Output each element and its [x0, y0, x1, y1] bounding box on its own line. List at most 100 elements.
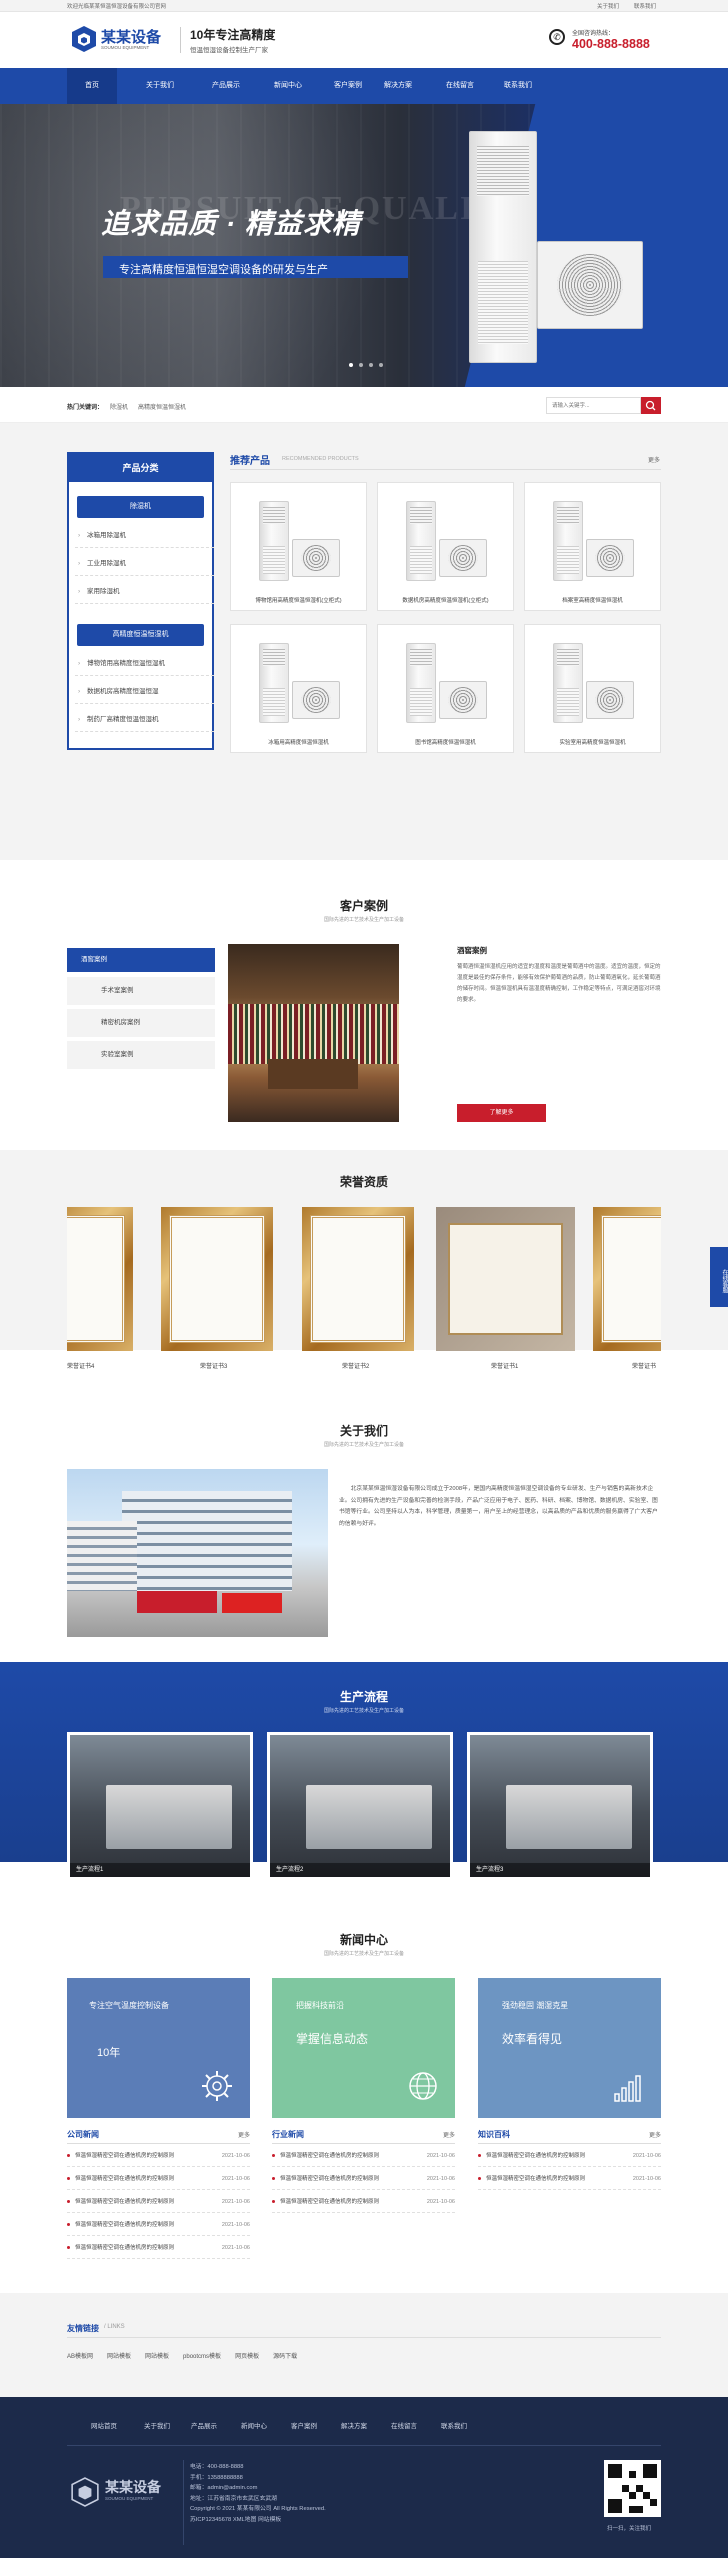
- category-item[interactable]: 博物馆用高精度恒温恒湿机: [75, 652, 214, 676]
- search-bar: 热门关键词： 除湿机 高精度恒温恒湿机: [0, 387, 728, 423]
- product-name: 数据机房高精度恒温恒湿机(立柜式): [402, 598, 489, 604]
- footer-icp[interactable]: 苏ICP12345678 XML地图 网站模板: [190, 2515, 490, 2526]
- banner-dot[interactable]: [349, 363, 353, 367]
- category-item[interactable]: 家用除湿机: [75, 580, 214, 604]
- category-item[interactable]: 工业用除湿机: [75, 552, 214, 576]
- news-card-3[interactable]: 强劲稳固 潮湿克星 效率看得见: [478, 1978, 661, 2118]
- hot-keyword[interactable]: 除湿机: [110, 402, 128, 411]
- process-card[interactable]: 生产流程1: [67, 1732, 253, 1880]
- cert-frame[interactable]: [593, 1207, 661, 1351]
- friend-link[interactable]: 源码下载: [273, 2351, 297, 2360]
- category-group-dehumidifier[interactable]: 除湿机: [77, 496, 204, 518]
- gear-icon: [202, 2071, 232, 2101]
- news-row[interactable]: 恒温恒湿精密空调在通信机房的控制原则 2021-10-06: [67, 2145, 250, 2167]
- products-more-link[interactable]: 更多: [648, 455, 660, 464]
- footer-nav-item[interactable]: 解决方案: [341, 2410, 367, 2444]
- globe-icon: [409, 2072, 437, 2100]
- footer-nav-item[interactable]: 联系我们: [441, 2410, 467, 2444]
- product-card[interactable]: 档案室高精度恒温恒湿机: [524, 482, 661, 611]
- sidebar-title-bar: 产品分类: [69, 454, 212, 482]
- cert-frame[interactable]: [302, 1207, 414, 1351]
- footer-nav-item[interactable]: 网站首页: [91, 2410, 117, 2444]
- logo[interactable]: 某某设备 SOUMOU EQUIPMENT: [71, 25, 161, 55]
- nav-products[interactable]: 产品展示: [195, 68, 257, 104]
- news-card-2[interactable]: 把握科技前沿 掌握信息动态: [272, 1978, 455, 2118]
- friend-links: 友情链接 / LINKS AB模板网 网站模板 网站模板 pbootcms模板 网页模板…: [0, 2293, 728, 2397]
- footer-nav-item[interactable]: 产品展示: [191, 2410, 217, 2444]
- friend-link[interactable]: pbootcms模板: [183, 2351, 221, 2360]
- cert-frame[interactable]: [67, 1207, 133, 1351]
- footer-nav-item[interactable]: 新闻中心: [241, 2410, 267, 2444]
- tab-operating-room[interactable]: 手术室案例: [67, 977, 215, 1005]
- nav-news[interactable]: 新闻中心: [257, 68, 319, 104]
- product-card[interactable]: 冰箱用高精度恒温恒湿机: [230, 624, 367, 753]
- news-row[interactable]: 恒温恒湿精密空调在通信机房的控制原则 2021-10-06: [67, 2168, 250, 2190]
- news-row[interactable]: 恒温恒湿精密空调在通信机房的控制原则 2021-10-06: [478, 2145, 661, 2167]
- product-card[interactable]: 数据机房高精度恒温恒湿机(立柜式): [377, 482, 514, 611]
- hot-keywords-label: 热门关键词：: [67, 405, 104, 411]
- news-more-link[interactable]: 更多: [443, 2130, 455, 2139]
- tab-laboratory[interactable]: 实验室案例: [67, 1041, 215, 1069]
- product-name: 实验室用高精度恒温恒湿机: [559, 740, 626, 746]
- nav-about[interactable]: 关于我们: [129, 68, 191, 104]
- products-title-en: RECOMMENDED PRODUCTS: [282, 456, 359, 462]
- tab-server-room[interactable]: 精密机房案例: [67, 1009, 215, 1037]
- process-subtitle: 国际先进的工艺技术及生产加工设备: [323, 1708, 404, 1714]
- product-name: 冰箱用高精度恒温恒湿机: [268, 740, 329, 746]
- news-row[interactable]: 恒温恒湿精密空调在通信机房的控制原则 2021-10-06: [272, 2168, 455, 2190]
- footer-mobile: 手机：13588888888: [190, 2474, 243, 2481]
- nav-home[interactable]: 首页: [67, 68, 117, 104]
- banner-dot[interactable]: [369, 363, 373, 367]
- cases-title: 客户案例: [339, 899, 388, 913]
- news-title: 新闻中心: [339, 1933, 388, 1947]
- news-more-link[interactable]: 更多: [238, 2130, 250, 2139]
- cases-tabs: 酒窖案例 手术室案例 精密机房案例 实验室案例: [67, 948, 215, 1076]
- banner-dot[interactable]: [359, 363, 363, 367]
- case-more-button[interactable]: 了解更多: [457, 1104, 546, 1122]
- nav-solutions[interactable]: 解决方案: [367, 68, 429, 104]
- search-button[interactable]: [641, 397, 661, 414]
- category-item[interactable]: 冰箱用除湿机: [75, 524, 214, 548]
- news-row[interactable]: 恒温恒湿精密空调在通信机房的控制原则 2021-10-06: [67, 2191, 250, 2213]
- news-row[interactable]: 恒温恒湿精密空调在通信机房的控制原则 2021-10-06: [67, 2214, 250, 2236]
- product-card[interactable]: 博物馆用高精度恒温恒湿机(立柜式): [230, 482, 367, 611]
- news-card-1[interactable]: 专注空气温度控制设备 10年: [67, 1978, 250, 2118]
- case-item-text: 葡萄酒恒温恒湿机应用的适宜的湿度和温度是葡萄酒中的温度。适宜的温度，恒定的湿度是…: [457, 964, 661, 1003]
- banner-dot[interactable]: [379, 363, 383, 367]
- footer-nav-item[interactable]: 在线留言: [391, 2410, 417, 2444]
- banner-subtitle: 专注高精度恒温恒湿空调设备的研发与生产: [119, 264, 328, 276]
- news-row[interactable]: 恒温恒湿精密空调在通信机房的控制原则 2021-10-06: [478, 2168, 661, 2190]
- news-more-link[interactable]: 更多: [649, 2130, 661, 2139]
- product-card[interactable]: 实验室用高精度恒温恒湿机: [524, 624, 661, 753]
- footer-phone: 电话：400-888-8888: [190, 2464, 244, 2470]
- cert-frame[interactable]: [436, 1207, 575, 1351]
- search-input[interactable]: [546, 397, 641, 414]
- cert-frame[interactable]: [161, 1207, 273, 1351]
- process-caption: 生产流程1: [70, 1863, 250, 1877]
- banner-dots: [349, 363, 389, 369]
- footer-nav-item[interactable]: 关于我们: [144, 2410, 170, 2444]
- product-sidebar: 产品分类 除湿机 冰箱用除湿机 工业用除湿机 家用除湿机 高精度恒温恒湿机 博物…: [67, 452, 214, 750]
- float-service-button[interactable]: 在线客服: [710, 1247, 728, 1307]
- top-link-about[interactable]: 关于我们: [597, 2, 619, 10]
- product-card[interactable]: 图书馆高精度恒温恒湿机: [377, 624, 514, 753]
- footer-nav-item[interactable]: 客户案例: [291, 2410, 317, 2444]
- hot-keyword[interactable]: 高精度恒温恒湿机: [138, 402, 186, 411]
- news-column-industry: 行业新闻 更多 恒温恒湿精密空调在通信机房的控制原则 2021-10-06 恒温恒…: [272, 2125, 455, 2265]
- category-item[interactable]: 数据机房高精度恒温恒湿: [75, 680, 214, 704]
- process-card[interactable]: 生产流程3: [467, 1732, 653, 1880]
- category-group-precision[interactable]: 高精度恒温恒湿机: [77, 624, 204, 646]
- news-row[interactable]: 恒温恒湿精密空调在通信机房的控制原则 2021-10-06: [67, 2237, 250, 2259]
- top-link-contact[interactable]: 联系我们: [634, 2, 656, 10]
- tab-wine-cellar[interactable]: 酒窖案例: [67, 948, 215, 972]
- process-card[interactable]: 生产流程2: [267, 1732, 453, 1880]
- nav-message[interactable]: 在线留言: [429, 68, 491, 104]
- nav-contact[interactable]: 联系我们: [487, 68, 549, 104]
- news-row[interactable]: 恒温恒湿精密空调在通信机房的控制原则 2021-10-06: [272, 2145, 455, 2167]
- friend-link[interactable]: 网站模板: [107, 2351, 131, 2360]
- friend-link[interactable]: AB模板网: [67, 2351, 93, 2360]
- category-item[interactable]: 制药厂高精度恒温恒湿机: [75, 708, 214, 732]
- friend-link[interactable]: 网页模板: [235, 2351, 259, 2360]
- news-row[interactable]: 恒温恒湿精密空调在通信机房的控制原则 2021-10-06: [272, 2191, 455, 2213]
- friend-link[interactable]: 网站模板: [145, 2351, 169, 2360]
